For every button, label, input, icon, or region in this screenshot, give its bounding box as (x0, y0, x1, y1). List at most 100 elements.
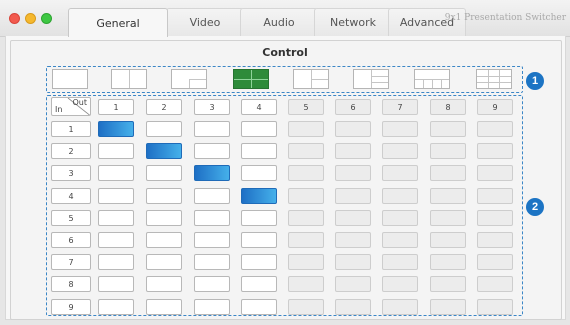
matrix-cell-in7-out1[interactable] (98, 254, 134, 270)
layout-button-3x3[interactable] (476, 69, 512, 89)
matrix-cell-in2-out2[interactable] (146, 143, 182, 159)
callout-badge-1: 1 (526, 72, 544, 90)
matrix-cell-in3-out1[interactable] (98, 165, 134, 181)
corner-out-label: Out (72, 98, 87, 107)
matrix-cell-in8-out2[interactable] (146, 276, 182, 292)
matrix-cell-in3-out6 (335, 165, 371, 181)
matrix-cell-in9-out1[interactable] (98, 299, 134, 315)
matrix-cell-in2-out5 (288, 143, 324, 159)
matrix-cell-in4-out1[interactable] (98, 188, 134, 204)
input-label-6: 6 (51, 232, 91, 248)
matrix-cell-in6-out4[interactable] (241, 232, 277, 248)
input-label-5: 5 (51, 210, 91, 226)
matrix-cell-in3-out8 (430, 165, 466, 181)
matrix-cell-in6-out6 (335, 232, 371, 248)
matrix-cell-in7-out2[interactable] (146, 254, 182, 270)
matrix-cell-in4-out4[interactable] (241, 188, 277, 204)
zoom-window-button[interactable] (41, 13, 52, 24)
matrix-cell-in4-out8 (430, 188, 466, 204)
input-label-2: 2 (51, 143, 91, 159)
matrix-cell-in1-out2[interactable] (146, 121, 182, 137)
matrix-cell-in5-out3[interactable] (194, 210, 230, 226)
layout-divider (477, 82, 511, 83)
matrix-cell-in2-out4[interactable] (241, 143, 277, 159)
layout-divider (189, 79, 190, 88)
matrix-cell-in3-out2[interactable] (146, 165, 182, 181)
layout-button-pip[interactable] (171, 69, 207, 89)
matrix-cell-in6-out3[interactable] (194, 232, 230, 248)
close-window-button[interactable] (9, 13, 20, 24)
matrix-cell-in5-out1[interactable] (98, 210, 134, 226)
in-out-corner-label: In Out (51, 97, 91, 116)
layout-button-1-plus-2[interactable] (293, 69, 329, 89)
output-header-2: 2 (146, 99, 182, 115)
matrix-cell-in8-out3[interactable] (194, 276, 230, 292)
matrix-cell-in8-out7 (382, 276, 418, 292)
matrix-cell-in4-out9 (477, 188, 513, 204)
matrix-cell-in3-out7 (382, 165, 418, 181)
matrix-cell-in5-out4[interactable] (241, 210, 277, 226)
matrix-cell-in1-out1[interactable] (98, 121, 134, 137)
matrix-cell-in5-out9 (477, 210, 513, 226)
layout-divider (311, 79, 328, 80)
matrix-cell-in2-out9 (477, 143, 513, 159)
input-label-3: 3 (51, 165, 91, 181)
matrix-cell-in2-out1[interactable] (98, 143, 134, 159)
layout-divider (432, 79, 433, 88)
matrix-cell-in1-out3[interactable] (194, 121, 230, 137)
product-name: 9x1 Presentation Switcher (444, 13, 566, 23)
tab-general[interactable]: General (68, 8, 168, 37)
matrix-cell-in4-out6 (335, 188, 371, 204)
callout-badge-2: 2 (526, 198, 544, 216)
matrix-cell-in4-out2[interactable] (146, 188, 182, 204)
matrix-cell-in9-out9 (477, 299, 513, 315)
input-label-8: 8 (51, 276, 91, 292)
matrix-cell-in1-out5 (288, 121, 324, 137)
output-header-3: 3 (194, 99, 230, 115)
matrix-cell-in6-out8 (430, 232, 466, 248)
layout-button-1-plus-4[interactable] (414, 69, 450, 89)
matrix-cell-in9-out5 (288, 299, 324, 315)
matrix-cell-in3-out4[interactable] (241, 165, 277, 181)
matrix-cell-in5-out6 (335, 210, 371, 226)
tab-audio[interactable]: Audio (240, 8, 318, 36)
layout-button-full[interactable] (52, 69, 88, 89)
output-header-6: 6 (335, 99, 371, 115)
layout-button-split-2[interactable] (111, 69, 147, 89)
matrix-cell-in9-out4[interactable] (241, 299, 277, 315)
matrix-cell-in2-out3[interactable] (194, 143, 230, 159)
matrix-cell-in8-out1[interactable] (98, 276, 134, 292)
matrix-cell-in5-out2[interactable] (146, 210, 182, 226)
input-label-7: 7 (51, 254, 91, 270)
corner-in-label: In (55, 105, 63, 114)
matrix-cell-in9-out2[interactable] (146, 299, 182, 315)
tab-network[interactable]: Network (314, 8, 392, 36)
layout-button-1-plus-3[interactable] (353, 69, 389, 89)
matrix-cell-in1-out9 (477, 121, 513, 137)
layout-divider (441, 79, 442, 88)
matrix-cell-in3-out3[interactable] (194, 165, 230, 181)
matrix-cell-in6-out1[interactable] (98, 232, 134, 248)
matrix-cell-in1-out7 (382, 121, 418, 137)
matrix-cell-in7-out4[interactable] (241, 254, 277, 270)
layout-button-quad[interactable] (233, 69, 269, 89)
input-label-4: 4 (51, 188, 91, 204)
input-label-1: 1 (51, 121, 91, 137)
output-header-8: 8 (430, 99, 466, 115)
matrix-cell-in7-out3[interactable] (194, 254, 230, 270)
matrix-cell-in3-out9 (477, 165, 513, 181)
layout-divider (477, 76, 511, 77)
tab-video[interactable]: Video (166, 8, 244, 36)
matrix-cell-in6-out2[interactable] (146, 232, 182, 248)
layout-divider (234, 79, 268, 80)
layout-divider (129, 70, 130, 88)
matrix-cell-in9-out7 (382, 299, 418, 315)
matrix-cell-in4-out3[interactable] (194, 188, 230, 204)
minimize-window-button[interactable] (25, 13, 36, 24)
matrix-cell-in7-out9 (477, 254, 513, 270)
matrix-cell-in5-out8 (430, 210, 466, 226)
matrix-cell-in9-out3[interactable] (194, 299, 230, 315)
matrix-cell-in8-out4[interactable] (241, 276, 277, 292)
matrix-cell-in1-out4[interactable] (241, 121, 277, 137)
layout-divider (371, 82, 388, 83)
